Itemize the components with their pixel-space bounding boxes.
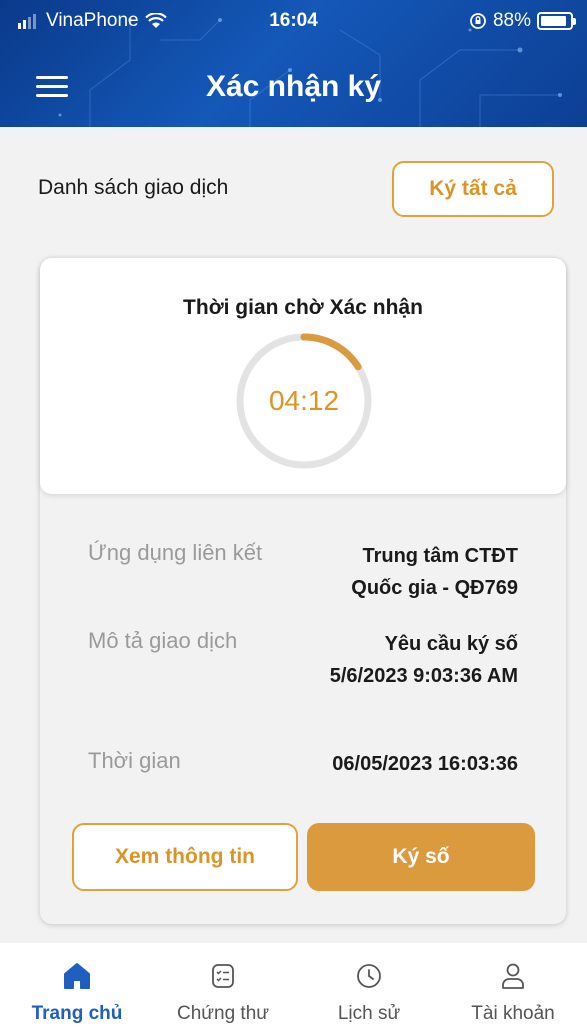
bottom-nav: Trang chủ Chứng thư Lịch sử Tài khoản: [0, 943, 587, 1031]
orientation-lock-icon: [470, 13, 486, 29]
battery-percent: 88%: [492, 10, 531, 31]
nav-item-account[interactable]: Tài khoản: [440, 943, 586, 1031]
battery-level: [541, 16, 566, 26]
status-bar: VinaPhone 16:04 88%: [0, 8, 587, 38]
nav-label: Tài khoản: [471, 1003, 555, 1024]
info-label: Mô tả giao dịch: [88, 628, 238, 653]
nav-item-history[interactable]: Lịch sử: [296, 943, 442, 1031]
nav-label: Trang chủ: [31, 1003, 123, 1024]
nav-label: Chứng thư: [177, 1003, 269, 1024]
timer-panel: Thời gian chờ Xác nhận 04:12: [40, 258, 566, 494]
timer-value: 04:12: [268, 385, 340, 416]
info-label: Thời gian: [88, 748, 181, 773]
sign-button[interactable]: Ký số: [307, 823, 535, 891]
status-right: 88%: [469, 10, 576, 32]
certificate-list-icon: [212, 964, 234, 988]
view-info-button[interactable]: Xem thông tin: [72, 823, 298, 891]
transaction-card: Thời gian chờ Xác nhận 04:12 Ứng dụng li…: [40, 258, 566, 924]
info-value: Trung tâm CTĐT Quốc gia - QĐ769: [351, 545, 518, 599]
nav-item-certificates[interactable]: Chứng thư: [150, 943, 296, 1031]
list-title: Danh sách giao dịch: [38, 176, 229, 199]
info-label: Ứng dụng liên kết: [88, 540, 263, 565]
home-icon: [64, 963, 90, 989]
timer-title: Thời gian chờ Xác nhận: [183, 296, 423, 319]
user-icon: [502, 963, 524, 989]
nav-label: Lịch sử: [337, 1003, 401, 1024]
nav-item-home[interactable]: Trang chủ: [4, 943, 150, 1031]
battery-icon: [537, 12, 576, 30]
info-value: Yêu cầu ký số 5/6/2023 9:03:36 AM: [329, 633, 518, 687]
page-title: Xác nhận ký: [205, 70, 382, 103]
info-value: 06/05/2023 16:03:36: [332, 753, 518, 775]
app-header: VinaPhone 16:04 88% Xác nhận ký: [0, 0, 587, 127]
sign-all-button[interactable]: Ký tất cả: [392, 161, 554, 217]
clock-icon: [357, 964, 381, 988]
